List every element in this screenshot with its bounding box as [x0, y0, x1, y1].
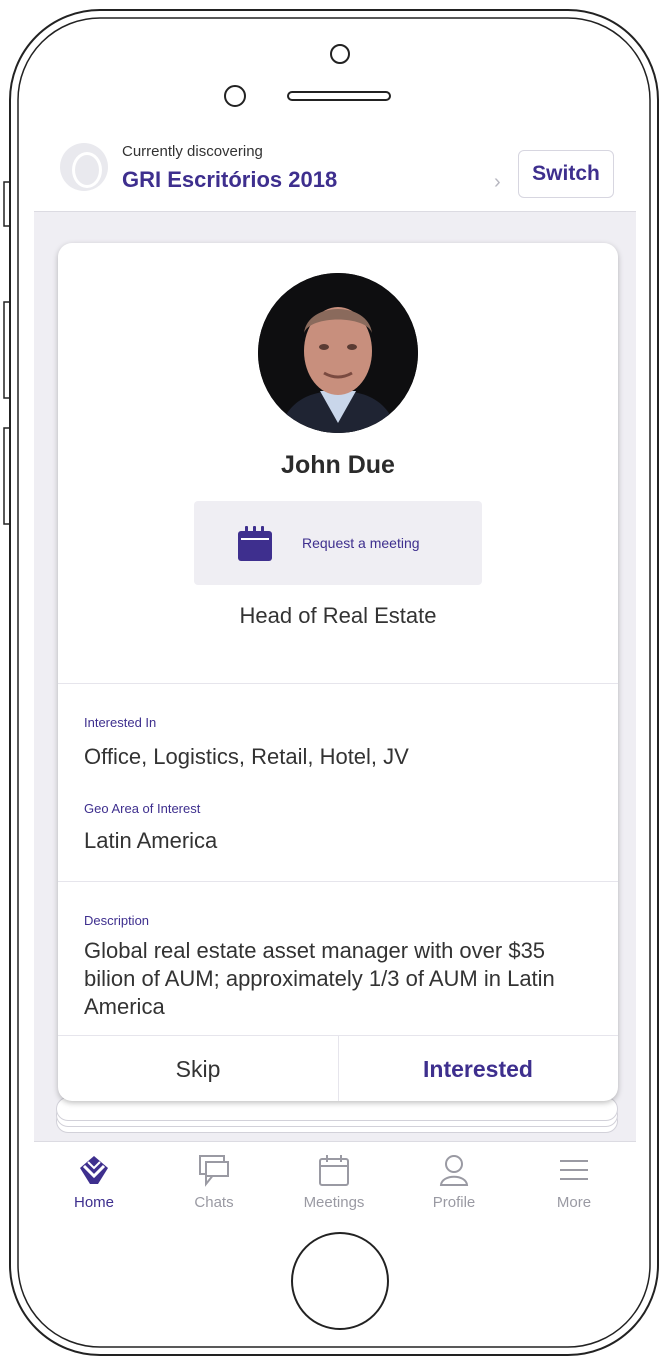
tab-more[interactable]: More — [514, 1142, 634, 1221]
tab-profile[interactable]: Profile — [394, 1142, 514, 1221]
interested-in-label: Interested In — [84, 715, 157, 730]
description-label: Description — [84, 913, 150, 928]
divider — [58, 881, 618, 882]
event-name[interactable]: GRI Escritórios 2018 — [122, 167, 337, 193]
menu-icon — [560, 1160, 588, 1180]
geo-area-value: Latin America — [84, 828, 218, 853]
tab-bar: Home Chats Meetings Profile More — [34, 1141, 636, 1221]
profile-photo — [258, 273, 418, 433]
tab-label: Profile — [432, 1194, 476, 1211]
tab-label: More — [556, 1194, 592, 1211]
tab-home[interactable]: Home — [34, 1142, 154, 1221]
app-screen: Currently discovering GRI Escritórios 20… — [34, 125, 636, 1221]
interested-button[interactable]: Interested — [338, 1035, 618, 1101]
tab-label: Home — [73, 1194, 114, 1211]
profile-name: John Due — [281, 451, 395, 479]
request-meeting-label: Request a meeting — [302, 535, 420, 551]
tab-chats[interactable]: Chats — [154, 1142, 274, 1221]
interested-in-value: Office, Logistics, Retail, Hotel, JV — [84, 744, 409, 769]
switch-button[interactable]: Switch — [518, 150, 614, 198]
calendar-icon — [319, 1155, 349, 1186]
calendar-icon — [238, 526, 272, 561]
description-value: Global real estate asset manager with ov… — [84, 938, 555, 1019]
discovering-label: Currently discovering — [122, 143, 263, 160]
geo-area-label: Geo Area of Interest — [84, 801, 201, 816]
tab-meetings[interactable]: Meetings — [274, 1142, 394, 1221]
tab-label: Chats — [194, 1194, 234, 1211]
chevron-right-icon[interactable]: › — [494, 171, 501, 194]
job-title: Head of Real Estate — [239, 603, 437, 628]
user-avatar[interactable] — [60, 143, 108, 191]
skip-button[interactable]: Skip — [58, 1035, 339, 1101]
tab-label: Meetings — [303, 1194, 365, 1211]
profile-card[interactable]: John Due Request a meeting Head of Real … — [58, 243, 618, 1101]
home-icon — [80, 1156, 108, 1184]
event-header: Currently discovering GRI Escritórios 20… — [34, 125, 636, 212]
request-meeting-button[interactable]: Request a meeting — [194, 501, 482, 585]
chat-icon — [199, 1155, 229, 1187]
divider — [58, 683, 618, 684]
profile-icon — [439, 1155, 469, 1186]
